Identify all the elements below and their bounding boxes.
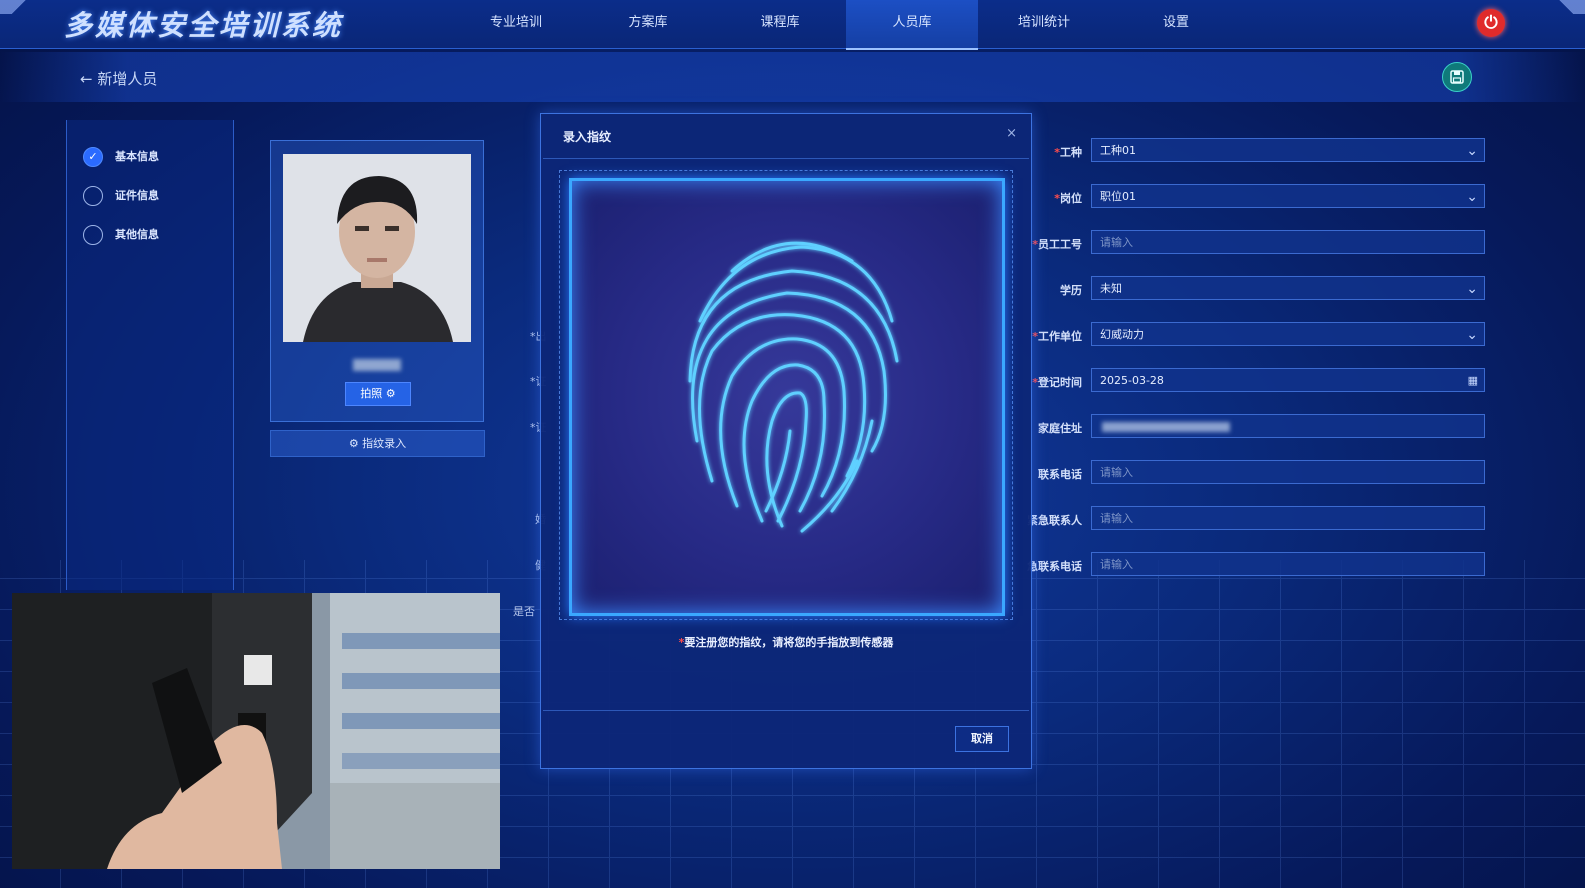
step-label: 其他信息 <box>115 228 159 241</box>
corner-deco-right <box>1535 0 1585 14</box>
work-unit-select[interactable]: 幻威动力 ⌄ <box>1091 322 1485 346</box>
steps-panel: ✓ 基本信息 证件信息 其他信息 <box>66 120 234 590</box>
nav-item-personnel[interactable]: 人员库 <box>846 0 978 50</box>
fingerprint-hint: *要注册您的指纹，请将您的手指放到传感器 <box>678 636 894 649</box>
step-other-info[interactable]: 其他信息 <box>83 224 159 246</box>
phone-input[interactable]: 请输入 <box>1091 460 1485 484</box>
step-certificate-info[interactable]: 证件信息 <box>83 185 159 207</box>
app-title: 多媒体安全培训系统 <box>64 9 344 42</box>
corner-deco-left <box>0 0 50 14</box>
step-basic-info[interactable]: ✓ 基本信息 <box>83 146 159 168</box>
nav-item-statistics[interactable]: 培训统计 <box>978 0 1110 48</box>
nav-item-training[interactable]: 专业培训 <box>450 0 582 48</box>
register-date-input[interactable]: 2025-03-28 ▦ <box>1091 368 1485 392</box>
emergency-contact-input[interactable]: 请输入 <box>1091 506 1485 530</box>
emergency-phone-input[interactable]: 请输入 <box>1091 552 1485 576</box>
nav-item-courses[interactable]: 课程库 <box>714 0 846 48</box>
hidden-label: 是否 <box>513 605 535 618</box>
name-redacted <box>353 359 401 371</box>
sub-header <box>0 52 1585 102</box>
chevron-down-icon: ⌄ <box>1466 327 1478 343</box>
position-select[interactable]: 职位01 ⌄ <box>1091 184 1485 208</box>
divider <box>543 710 1029 711</box>
power-icon[interactable]: ⏻ <box>1477 9 1505 37</box>
nav-item-plans[interactable]: 方案库 <box>582 0 714 48</box>
divider <box>543 158 1029 159</box>
avatar <box>283 154 471 342</box>
employee-id-input[interactable]: 请输入 <box>1091 230 1485 254</box>
photo-card: 拍照 ⚙ <box>270 140 484 422</box>
step-label: 基本信息 <box>115 150 159 163</box>
fingerprint-entry-button[interactable]: ⚙ 指纹录入 <box>270 430 485 457</box>
radio-icon <box>83 186 103 206</box>
back-link[interactable]: ← 新增人员 <box>80 68 157 89</box>
fingerprint-icon <box>688 241 899 533</box>
fingerprint-scanner-area <box>569 178 1005 616</box>
chevron-down-icon: ⌄ <box>1466 143 1478 159</box>
address-input[interactable] <box>1091 414 1485 438</box>
main-nav: 专业培训 方案库 课程库 人员库 培训统计 设置 <box>450 0 1242 50</box>
camera-inset-photo <box>12 593 500 869</box>
chevron-down-icon: ⌄ <box>1466 281 1478 297</box>
cancel-button[interactable]: 取消 <box>955 726 1009 752</box>
calendar-icon[interactable]: ▦ <box>1468 369 1478 393</box>
radio-icon <box>83 225 103 245</box>
check-icon: ✓ <box>83 147 103 167</box>
close-icon[interactable]: × <box>1006 126 1017 141</box>
nav-item-settings[interactable]: 设置 <box>1110 0 1242 48</box>
chevron-down-icon: ⌄ <box>1466 189 1478 205</box>
address-redacted <box>1102 422 1230 432</box>
education-select[interactable]: 未知 ⌄ <box>1091 276 1485 300</box>
fingerprint-dialog: 录入指纹 × *要注册您的指纹，请将您的手指放到传感器 取消 <box>540 113 1032 769</box>
worktype-select[interactable]: 工种01 ⌄ <box>1091 138 1485 162</box>
save-icon[interactable] <box>1442 62 1472 92</box>
take-photo-button[interactable]: 拍照 ⚙ <box>345 382 411 406</box>
step-label: 证件信息 <box>115 189 159 202</box>
dialog-title: 录入指纹 <box>563 130 612 144</box>
